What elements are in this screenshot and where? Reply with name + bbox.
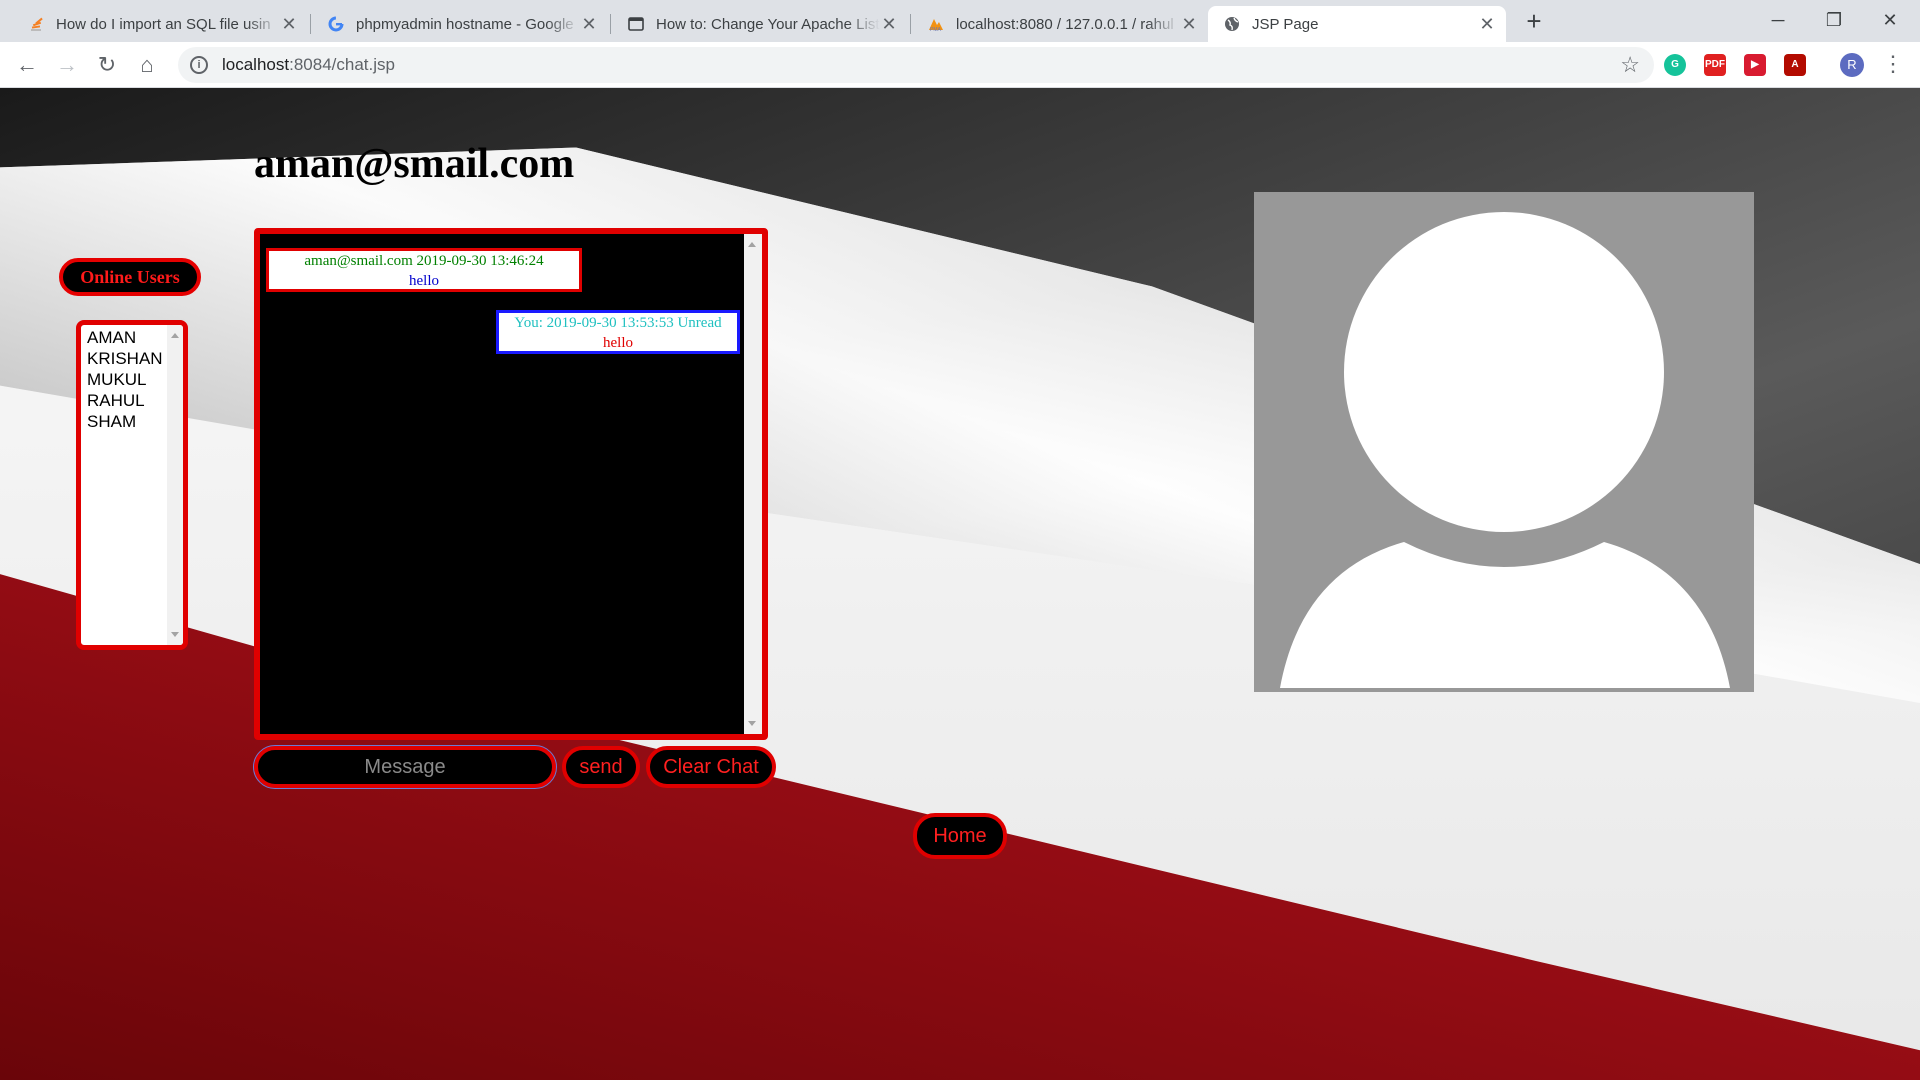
grammarly-icon[interactable]: G (1664, 54, 1686, 76)
browser-tab-2[interactable]: phpmyadmin hostname - Google ✕ (312, 6, 608, 42)
tab-separator (910, 14, 911, 34)
list-item[interactable]: KRISHAN (87, 348, 163, 369)
menu-dots-icon[interactable]: ⋮ (1882, 51, 1904, 77)
clear-chat-button[interactable]: Clear Chat (646, 746, 776, 788)
minimize-icon[interactable]: ─ (1750, 0, 1806, 40)
chat-messages-panel[interactable]: aman@smail.com 2019-09-30 13:46:24 hello… (254, 228, 768, 740)
address-bar[interactable]: i localhost:8084/chat.jsp ☆ (178, 47, 1654, 83)
users-list-items: AMAN KRISHAN MUKUL RAHUL SHAM (87, 327, 163, 432)
svg-text:PMA: PMA (930, 27, 942, 32)
close-icon[interactable]: ✕ (580, 14, 598, 35)
stackoverflow-icon (31, 17, 43, 31)
close-icon[interactable]: ✕ (1478, 14, 1496, 35)
scroll-up-arrow-icon[interactable] (748, 242, 756, 247)
browser-tab-strip: How do I import an SQL file usin ✕ phpmy… (0, 0, 1920, 42)
phpmyadmin-icon: PMA (929, 19, 943, 32)
back-arrow-icon[interactable]: ← (12, 50, 42, 80)
send-button[interactable]: send (562, 746, 640, 788)
message-meta: You: 2019-09-30 13:53:53 Unread (514, 315, 722, 331)
message-meta: aman@smail.com 2019-09-30 13:46:24 (304, 253, 544, 269)
browser-tab-1[interactable]: How do I import an SQL file usin ✕ (12, 6, 308, 42)
profile-avatar[interactable]: R (1840, 53, 1864, 77)
browser-tab-4[interactable]: PMA localhost:8080 / 127.0.0.1 / rahul ✕ (912, 6, 1208, 42)
scroll-up-arrow-icon[interactable] (171, 333, 179, 338)
reload-icon[interactable]: ↻ (92, 50, 122, 80)
forward-arrow-icon[interactable]: → (52, 50, 82, 80)
list-item[interactable]: SHAM (87, 411, 163, 432)
acrobat-icon[interactable]: A (1784, 54, 1806, 76)
page-title: aman@smail.com (254, 141, 575, 187)
list-item[interactable]: RAHUL (87, 390, 163, 411)
message-text: hello (603, 335, 633, 351)
window-close-icon[interactable]: ✕ (1862, 0, 1918, 40)
browser-tab-5-active[interactable]: JSP Page ✕ (1208, 6, 1506, 42)
tab-separator (610, 14, 611, 34)
online-users-list[interactable]: AMAN KRISHAN MUKUL RAHUL SHAM (76, 320, 188, 650)
close-icon[interactable]: ✕ (1180, 14, 1198, 35)
online-users-label: Online Users (59, 258, 201, 296)
bookmark-star-icon[interactable]: ☆ (1620, 52, 1640, 78)
webpage-icon (628, 17, 644, 31)
tab-separator (310, 14, 311, 34)
list-item[interactable]: AMAN (87, 327, 163, 348)
media-icon[interactable]: ▶ (1744, 54, 1766, 76)
default-user-icon (1280, 212, 1730, 688)
close-icon[interactable]: ✕ (880, 14, 898, 35)
tab-title: How to: Change Your Apache List (656, 15, 880, 33)
message-input[interactable] (253, 745, 557, 789)
scroll-down-arrow-icon[interactable] (171, 632, 179, 637)
scroll-down-arrow-icon[interactable] (748, 721, 756, 726)
browser-toolbar: ← → ↻ ⌂ i localhost:8084/chat.jsp ☆ G PD… (0, 42, 1920, 88)
browser-tab-3[interactable]: How to: Change Your Apache List ✕ (612, 6, 908, 42)
tab-title: phpmyadmin hostname - Google (356, 15, 574, 33)
globe-icon (1225, 17, 1239, 31)
pdf-icon[interactable]: PDF (1704, 54, 1726, 76)
home-button[interactable]: Home (913, 813, 1007, 859)
new-tab-plus-icon[interactable]: + (1520, 8, 1548, 36)
incoming-message: aman@smail.com 2019-09-30 13:46:24 hello (266, 248, 582, 292)
tab-title: How do I import an SQL file usin (56, 15, 271, 33)
site-info-icon[interactable]: i (190, 56, 208, 74)
message-text: hello (409, 273, 439, 289)
tab-title: localhost:8080 / 127.0.0.1 / rahul (956, 15, 1174, 33)
restore-icon[interactable]: ❐ (1806, 0, 1862, 40)
avatar (1254, 192, 1754, 692)
scrollbar[interactable] (744, 234, 762, 734)
tab-title: JSP Page (1252, 15, 1319, 33)
list-item[interactable]: MUKUL (87, 369, 163, 390)
close-icon[interactable]: ✕ (280, 14, 298, 35)
chat-page: aman@smail.com Online Users AMAN KRISHAN… (0, 88, 1920, 1080)
outgoing-message: You: 2019-09-30 13:53:53 Unread hello (496, 310, 740, 354)
google-icon (328, 16, 344, 32)
home-icon[interactable]: ⌂ (132, 50, 162, 80)
scrollbar[interactable] (167, 325, 183, 645)
url-text: localhost:8084/chat.jsp (222, 55, 395, 74)
